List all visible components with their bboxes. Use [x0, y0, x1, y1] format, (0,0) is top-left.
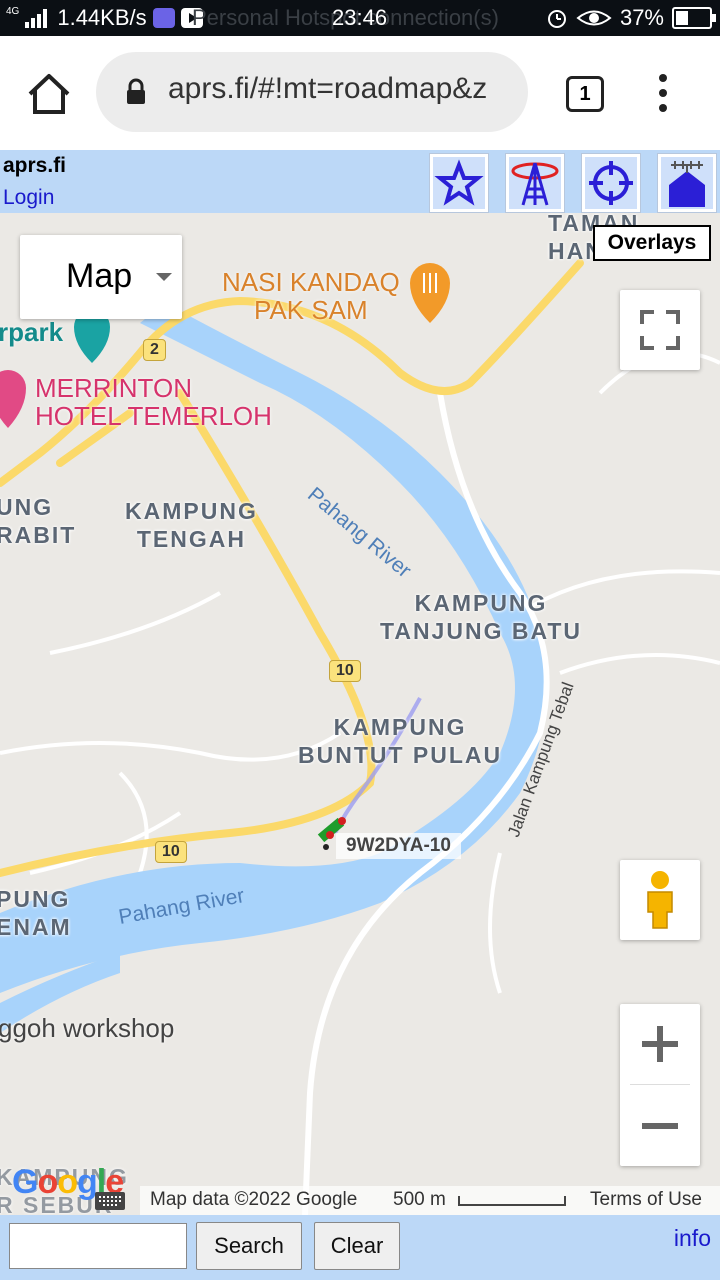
zoom-controls	[620, 1004, 700, 1166]
map-footer: Map data ©2022 Google 500 m Terms of Use	[140, 1186, 720, 1215]
star-icon	[434, 159, 484, 206]
status-bar: 4G 1.44KB/s Personal Hotspot connection(…	[0, 0, 720, 36]
battery-percent: 37%	[619, 5, 664, 30]
place-label: PUNG ENAM	[0, 886, 72, 940]
zoom-out-icon[interactable]	[620, 1086, 700, 1166]
search-button[interactable]: Search	[196, 1222, 302, 1270]
alarm-icon	[547, 10, 566, 28]
signal-icon	[25, 8, 51, 28]
place-label: KAMPUNG TANJUNG BATU	[380, 590, 583, 644]
battery-icon	[672, 7, 716, 29]
search-bar: Search Clear info	[0, 1215, 720, 1280]
home-station-button[interactable]	[657, 153, 717, 213]
station-callsign-label[interactable]: 9W2DYA-10	[336, 833, 461, 859]
poi-label: NASI KANDAQ PAK SAM	[222, 267, 400, 325]
place-label: KAMPUNG TENGAH	[125, 498, 258, 552]
address-bar[interactable]: aprs.fi/#!mt=roadmap&z	[96, 52, 528, 132]
fullscreen-button[interactable]	[620, 290, 700, 370]
place-label: UNG RABIT	[0, 494, 77, 548]
pegman-icon	[647, 871, 673, 929]
network-type: 4G	[6, 5, 20, 17]
map-type-label: Map	[66, 257, 133, 295]
map-type-dropdown[interactable]: Map	[20, 235, 182, 319]
map-view[interactable]: 2 10 10 TAMAN HAN KAMPUNG TENGAH UNG RAB…	[0, 213, 720, 1215]
lock-icon	[127, 78, 145, 104]
crosshair-icon	[589, 161, 633, 205]
poi-label: rpark	[0, 317, 64, 347]
map-data-attribution: Map data ©2022 Google	[150, 1189, 358, 1210]
login-link[interactable]: Login	[3, 186, 54, 210]
tower-button[interactable]	[505, 153, 565, 213]
favorites-button[interactable]	[429, 153, 489, 213]
keyboard-icon[interactable]	[94, 1191, 126, 1211]
hotel-pin-icon[interactable]	[0, 370, 26, 428]
site-header: aprs.fi Login	[0, 150, 720, 213]
vpn-icon	[152, 8, 175, 28]
site-brand[interactable]: aprs.fi	[3, 154, 66, 178]
browser-toolbar: aprs.fi/#!mt=roadmap&z 1	[0, 36, 720, 152]
url-text: aprs.fi/#!mt=roadmap&z	[168, 72, 488, 105]
house-antenna-icon	[669, 161, 705, 207]
tab-switcher-button[interactable]: 1	[566, 76, 604, 112]
route-shield: 10	[329, 660, 361, 682]
locate-button[interactable]	[581, 153, 641, 213]
zoom-in-icon[interactable]	[620, 1004, 700, 1084]
route-shield: 2	[143, 339, 166, 361]
overlays-button[interactable]: Overlays	[593, 225, 711, 261]
scale-label: 500 m	[393, 1189, 446, 1210]
info-link[interactable]: info	[674, 1225, 711, 1252]
network-speed: 1.44KB/s	[57, 5, 147, 30]
search-input[interactable]	[9, 1223, 187, 1269]
poi-label: ggoh workshop	[0, 1013, 175, 1043]
place-label: KAMPUNG BUNTUT PULAU	[298, 714, 503, 768]
terms-link[interactable]: Terms of Use	[590, 1189, 702, 1211]
restaurant-pin-icon[interactable]	[410, 263, 450, 323]
radio-tower-icon	[511, 162, 559, 206]
clear-button[interactable]: Clear	[314, 1222, 400, 1270]
eye-icon	[576, 10, 612, 26]
chevron-down-icon	[156, 273, 172, 281]
home-icon[interactable]	[26, 72, 72, 116]
clock: 23:46	[332, 5, 388, 30]
route-shield: 10	[155, 841, 187, 863]
fullscreen-icon	[640, 310, 680, 350]
scale-bar	[458, 1196, 566, 1206]
poi-label: MERRINTON HOTEL TEMERLOH	[35, 373, 272, 431]
overflow-menu-icon[interactable]	[656, 74, 670, 119]
street-view-button[interactable]	[620, 860, 700, 940]
